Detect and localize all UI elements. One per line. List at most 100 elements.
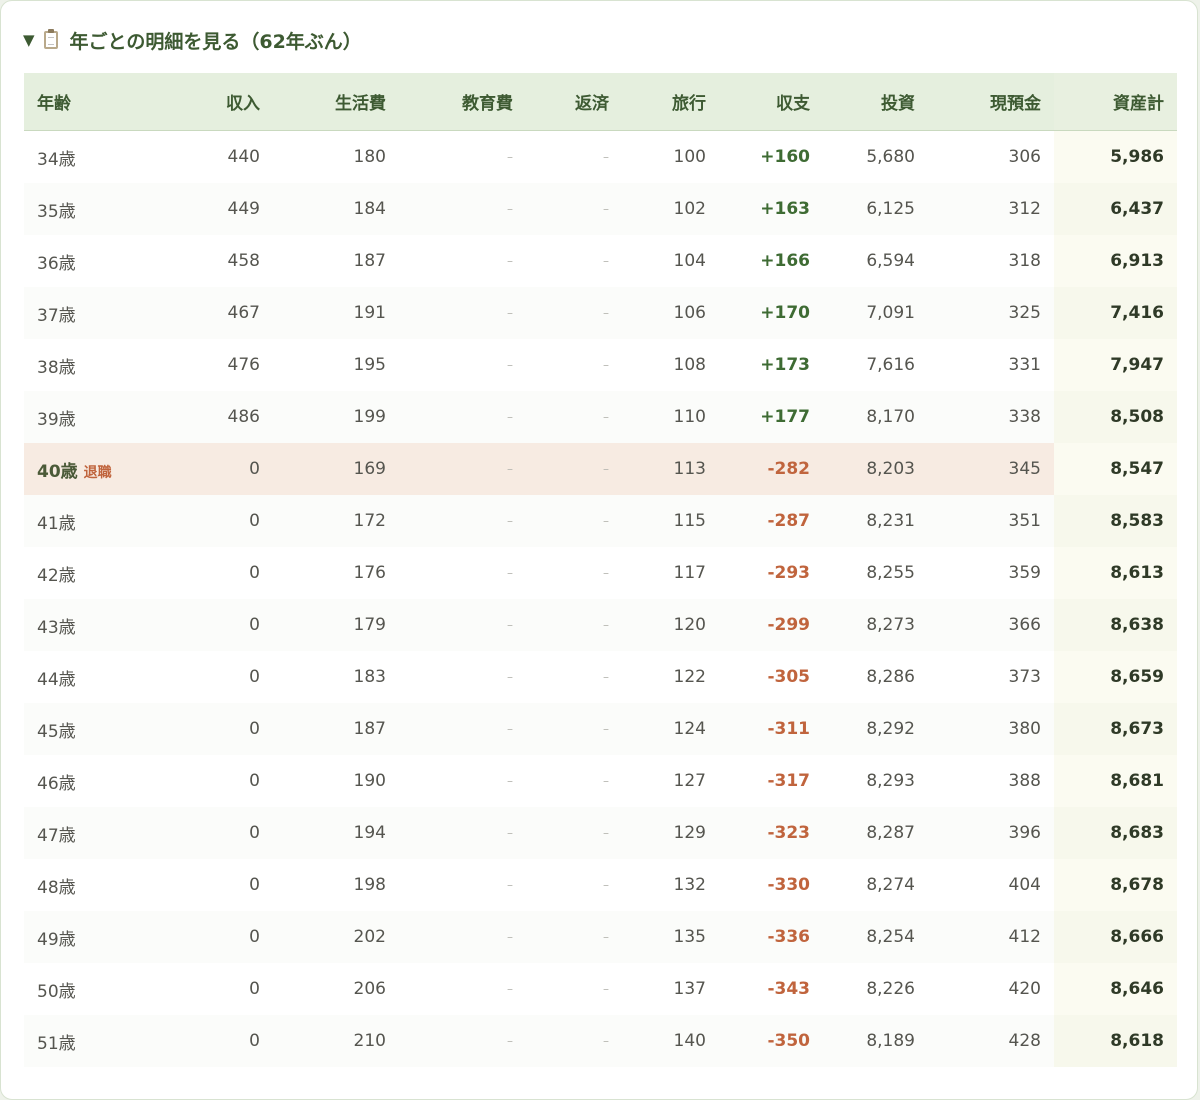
age-label: 37歳 [37,305,76,326]
cell-cash: 338 [928,391,1054,443]
cell-travel: 108 [673,355,706,375]
cell-total-assets: 5,986 [1054,130,1177,183]
cell-total-assets: 8,618 [1054,1015,1177,1067]
age-label: 40歳 [37,461,78,482]
cell-education: – [507,982,513,996]
age-label: 42歳 [37,565,76,586]
table-row: 42歳 0 176 – – 117 -293 8,255 359 8,613 [24,547,1177,599]
cell-investment: 8,287 [823,807,928,859]
cell-age: 49歳 [24,911,124,963]
cell-living: 202 [273,911,399,963]
cell-income: 0 [124,807,273,859]
age-label: 43歳 [37,617,76,638]
table-row: 46歳 0 190 – – 127 -317 8,293 388 8,681 [24,755,1177,807]
cell-living: 180 [353,147,386,167]
cell-cash: 306 [1008,147,1041,167]
annual-detail-toggle[interactable]: ▼ 年ごとの明細を見る（62年ぶん） [23,25,362,55]
cell-repayment: – [526,703,622,755]
cell-repayment: – [603,878,609,892]
table-row: 41歳 0 172– –115 -287 8,231 351 8,583 [24,495,1177,547]
cell-education: – [507,358,513,372]
cell-total-assets: 8,659 [1054,651,1177,703]
cell-total-assets: 8,683 [1054,807,1177,859]
cell-investment: 6,125 [823,183,928,235]
cell-income: 0 [249,979,260,999]
cell-cash: 325 [928,287,1054,339]
cell-cash: 312 [928,183,1054,235]
cell-cash: 388 [1008,771,1041,791]
age-label: 50歳 [37,981,76,1002]
age-label: 34歳 [37,149,76,170]
table-row: 34歳 440 180 – – 100 +160 5,680 306 5,986 [24,130,1177,183]
cell-balance: -293 [767,563,810,583]
cell-travel: 140 [622,1015,719,1067]
cell-travel: 117 [673,563,706,583]
cell-balance: -330 [767,875,810,895]
cell-investment: 6,594 [866,251,915,271]
table-row: 39歳 486 199– –110 +177 8,170 338 8,508 [24,391,1177,443]
cell-cash: 331 [1008,355,1041,375]
cell-income: 0 [249,771,260,791]
cell-total-assets: 8,583 [1054,495,1177,547]
age-label: 49歳 [37,929,76,950]
cell-income: 0 [124,911,273,963]
cell-living: 210 [273,1015,399,1067]
cell-cash: 345 [928,443,1054,495]
cell-total-assets: 6,913 [1054,235,1177,287]
cell-cash: 396 [928,807,1054,859]
cell-living: 195 [353,355,386,375]
cell-living: 194 [273,807,399,859]
cell-investment: 8,255 [866,563,915,583]
table-row: 43歳 0 179– –120 -299 8,273 366 8,638 [24,599,1177,651]
column-header-age: 年齢 [24,73,124,131]
cell-balance: -287 [719,495,823,547]
age-label: 35歳 [37,201,76,222]
table-row: 49歳 0 202– –135 -336 8,254 412 8,666 [24,911,1177,963]
cell-living: 179 [273,599,399,651]
table-row: 37歳 467 191– –106 +170 7,091 325 7,416 [24,287,1177,339]
cell-education: – [507,150,513,164]
cell-balance: -350 [719,1015,823,1067]
cell-travel: 100 [673,147,706,167]
cell-repayment: – [603,670,609,684]
cell-repayment: – [526,443,622,495]
cell-cash: 404 [1008,875,1041,895]
cell-repayment: – [526,1015,622,1067]
cell-education: – [399,391,526,443]
cell-education: – [399,599,526,651]
table-row: 36歳 458 187 – – 104 +166 6,594 318 6,913 [24,235,1177,287]
cell-investment: 8,293 [866,771,915,791]
cell-cash: 420 [1008,979,1041,999]
cell-investment: 8,189 [823,1015,928,1067]
table-row: 40歳 退職 0 169– –113 -282 8,203 345 8,547 [24,443,1177,495]
cell-travel: 104 [673,251,706,271]
age-label: 41歳 [37,513,76,534]
cell-living: 169 [273,443,399,495]
cell-education: – [507,254,513,268]
cell-income: 467 [124,287,273,339]
cell-education: – [399,911,526,963]
cell-total-assets: 8,681 [1054,755,1177,807]
cell-travel: 110 [622,391,719,443]
column-header-travel: 旅行 [622,73,719,131]
section-title: 年ごとの明細を見る（62年ぶん） [69,30,362,53]
cell-travel: 115 [622,495,719,547]
table-row: 35歳 449 184– –102 +163 6,125 312 6,437 [24,183,1177,235]
cell-age: 42歳 [24,547,124,599]
cell-investment: 8,254 [823,911,928,963]
cell-age: 43歳 [24,599,124,651]
cell-repayment: – [526,807,622,859]
cell-living: 206 [353,979,386,999]
cell-total-assets: 8,613 [1054,547,1177,599]
cell-age: 50歳 [24,963,124,1015]
cell-investment: 7,616 [866,355,915,375]
cell-total-assets: 7,416 [1054,287,1177,339]
cell-total-assets: 8,678 [1054,859,1177,911]
cell-investment: 8,274 [866,875,915,895]
age-label: 51歳 [37,1033,76,1054]
age-label: 45歳 [37,721,76,742]
cell-investment: 8,203 [823,443,928,495]
table-row: 51歳 0 210– –140 -350 8,189 428 8,618 [24,1015,1177,1067]
cell-repayment: – [526,391,622,443]
cell-cash: 428 [928,1015,1054,1067]
